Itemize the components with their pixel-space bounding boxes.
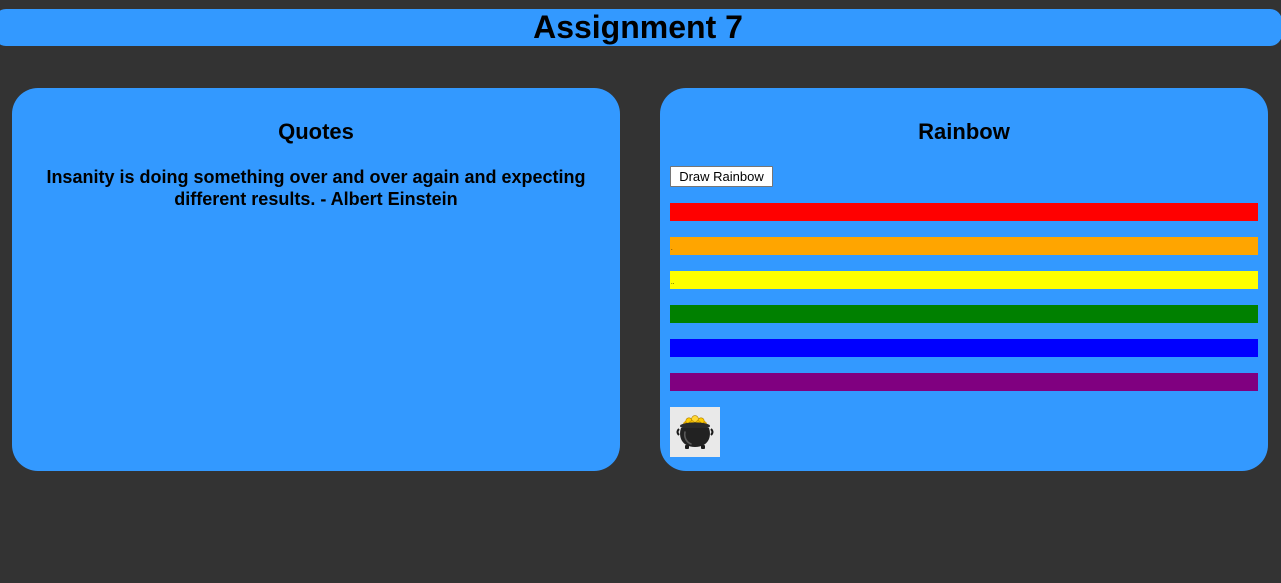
rainbow-stripe-blue: [670, 339, 1258, 357]
quotes-panel: Quotes Insanity is doing something over …: [12, 88, 620, 471]
quote-text: Insanity is doing something over and ove…: [46, 167, 586, 209]
rainbow-stripe-orange: .: [670, 237, 1258, 255]
rainbow-panel: Rainbow Draw Rainbow . ..: [660, 88, 1268, 471]
page-title: Assignment 7: [533, 9, 743, 45]
rainbow-title: Rainbow: [918, 119, 1010, 144]
rainbow-stripe-yellow: ..: [670, 271, 1258, 289]
draw-rainbow-button[interactable]: Draw Rainbow: [670, 166, 773, 187]
stripe-mark: .: [671, 246, 673, 252]
stripe-mark: ..: [671, 280, 675, 286]
pot-of-gold-image: [670, 407, 720, 457]
rainbow-stripe-red: [670, 203, 1258, 221]
page-header: Assignment 7: [0, 9, 1281, 46]
pot-of-gold-icon: [676, 415, 714, 449]
quotes-title: Quotes: [278, 119, 354, 144]
rainbow-stripe-green: [670, 305, 1258, 323]
rainbow-stripe-purple: [670, 373, 1258, 391]
